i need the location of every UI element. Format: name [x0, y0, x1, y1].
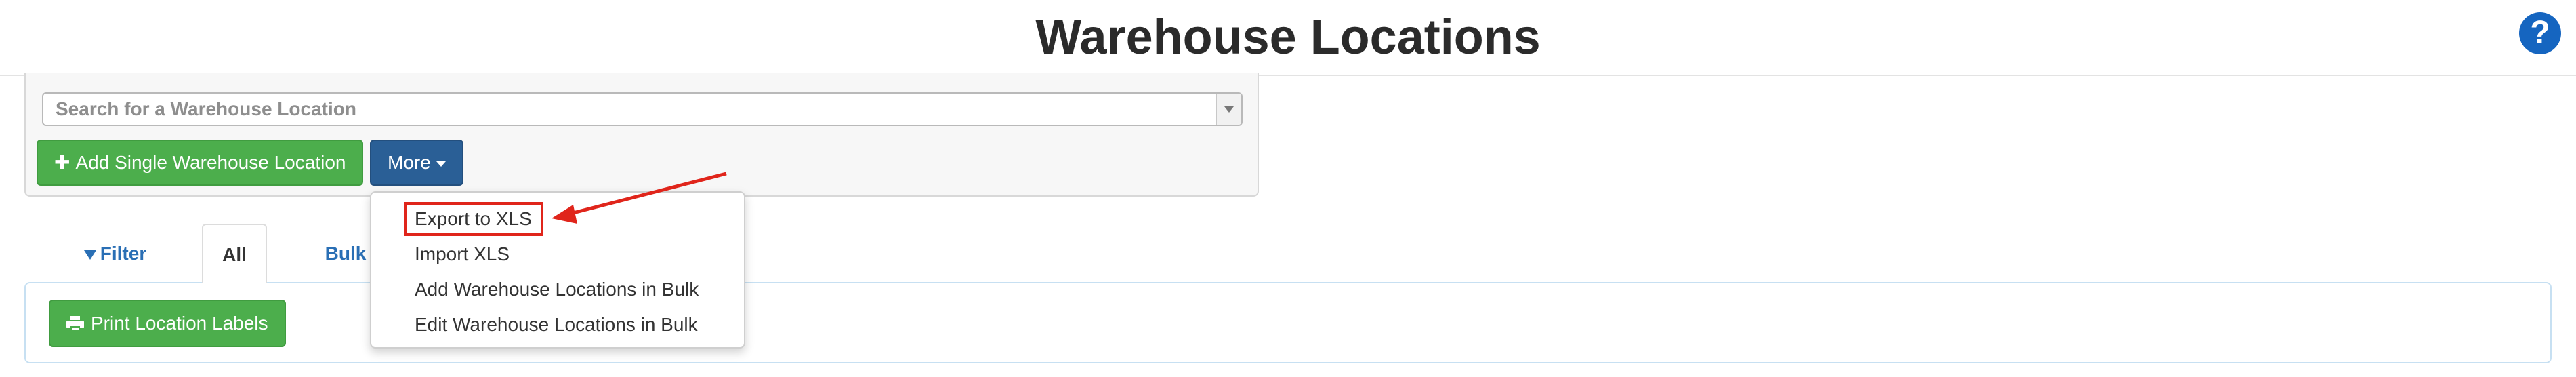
dropdown-arrow-icon [1224, 106, 1234, 113]
filter-icon [83, 250, 96, 260]
menu-item-edit-bulk[interactable]: Edit Warehouse Locations in Bulk [371, 308, 744, 342]
search-dropdown-toggle[interactable] [1216, 94, 1241, 125]
menu-item-import-xls[interactable]: Import XLS [371, 237, 744, 271]
tab-filter-label: Filter [100, 243, 147, 264]
menu-item-add-bulk[interactable]: Add Warehouse Locations in Bulk [371, 273, 744, 306]
tab-filter[interactable]: Filter [68, 224, 163, 283]
add-warehouse-location-label: Add Single Warehouse Location [75, 152, 346, 173]
page-header: Warehouse Locations ? [0, 0, 2576, 76]
help-icon[interactable]: ? [2519, 12, 2561, 54]
tab-all[interactable]: All [202, 224, 267, 283]
tab-bulk[interactable]: Bulk [318, 224, 373, 283]
more-button[interactable]: More [370, 140, 463, 186]
plus-icon: ✚ [54, 152, 70, 173]
tab-bulk-label: Bulk [325, 243, 367, 264]
search-select[interactable] [42, 92, 1243, 126]
menu-item-export-xls[interactable]: Export to XLS [371, 202, 744, 236]
page-title: Warehouse Locations [1035, 10, 1541, 64]
printer-icon [66, 315, 84, 332]
add-warehouse-location-button[interactable]: ✚ Add Single Warehouse Location [37, 140, 364, 186]
top-panel: ✚Add Single Warehouse Location More [24, 73, 1259, 197]
print-location-labels-label: Print Location Labels [91, 313, 268, 334]
print-location-labels-button[interactable]: Print Location Labels [49, 300, 286, 347]
tab-all-label: All [222, 244, 247, 265]
caret-down-icon [436, 161, 446, 167]
more-label: More [388, 152, 431, 173]
search-input[interactable] [43, 94, 1209, 125]
more-dropdown-menu: Export to XLS Import XLS Add Warehouse L… [370, 191, 745, 349]
